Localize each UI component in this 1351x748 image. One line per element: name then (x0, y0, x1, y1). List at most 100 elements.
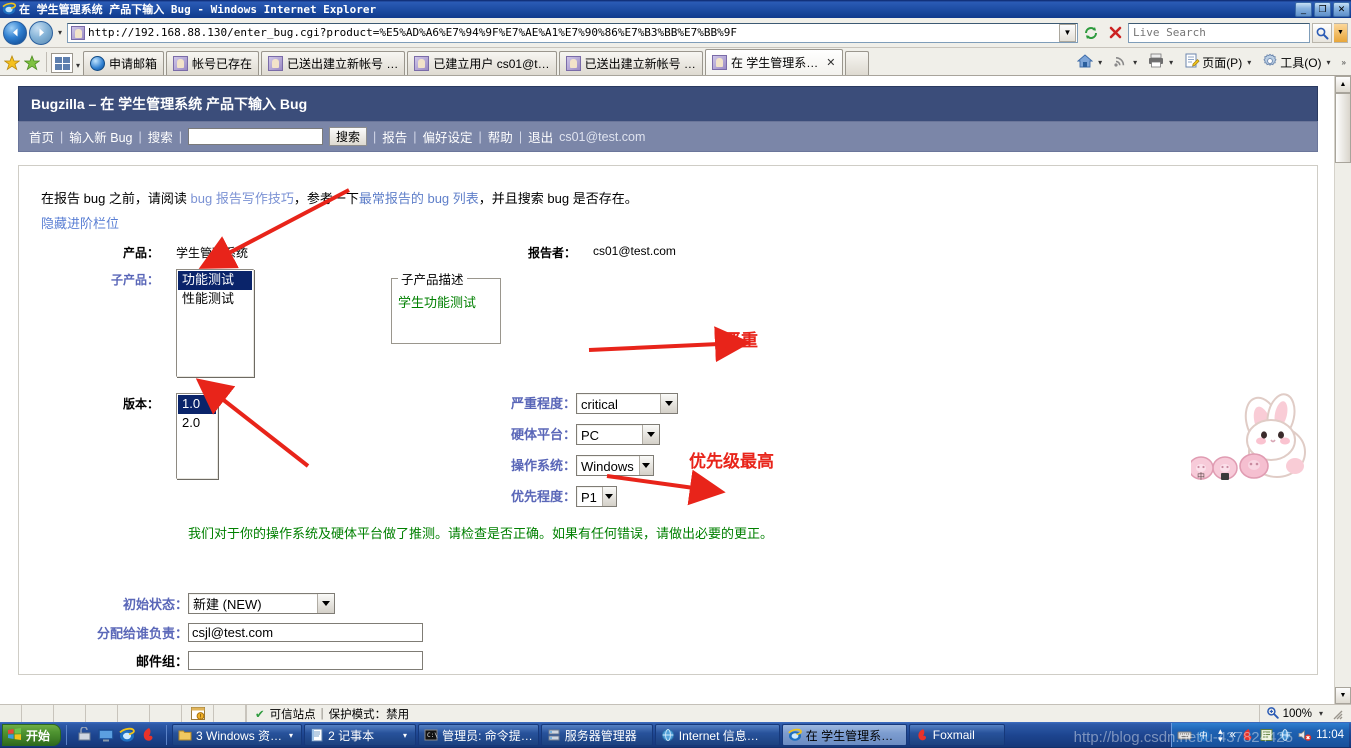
minimize-button[interactable]: _ (1295, 1, 1312, 17)
nav-preferences-link[interactable]: 偏好设定 (423, 127, 473, 146)
bug-writing-guidelines-link[interactable]: bug 报告写作技巧 (191, 191, 294, 206)
tab-list-caret-icon[interactable]: ▾ (73, 61, 83, 70)
severity-select[interactable]: critical (576, 393, 678, 415)
live-search-input[interactable] (1128, 22, 1310, 43)
taskbar-item-5-active[interactable]: 在 学生管理系… (781, 724, 907, 746)
taskbar-item-4[interactable]: Internet 信息… (654, 724, 780, 746)
quick-search-input[interactable] (188, 128, 323, 145)
nav-reports-link[interactable]: 报告 (382, 127, 407, 146)
home-button[interactable]: ▾ (1074, 51, 1108, 73)
popup-blocker-icon[interactable]: ! (182, 704, 214, 723)
nav-search-link[interactable]: 搜索 (148, 127, 173, 146)
foxmail-icon[interactable] (140, 727, 156, 743)
nav-help-link[interactable]: 帮助 (488, 127, 513, 146)
print-button[interactable]: ▾ (1145, 51, 1179, 73)
scroll-down-button[interactable]: ▼ (1335, 687, 1351, 704)
tray-clock[interactable]: 11:04 (1316, 729, 1344, 741)
clipboard-tray-icon[interactable] (1259, 728, 1274, 743)
scroll-up-button[interactable]: ▲ (1335, 76, 1351, 93)
stop-button[interactable] (1104, 22, 1126, 44)
component-option-0[interactable]: 功能测试 (178, 271, 252, 290)
tab-3[interactable]: 已建立用户 cs01@t… (407, 51, 557, 75)
component-option-1[interactable]: 性能测试 (178, 290, 252, 309)
search-icon[interactable] (1312, 22, 1332, 43)
assignee-input[interactable] (188, 622, 423, 642)
keyboard-icon[interactable] (1177, 728, 1192, 743)
new-tab-button[interactable] (844, 51, 869, 75)
priority-select[interactable]: P1 (576, 486, 617, 508)
nav-home-link[interactable]: 首页 (29, 127, 54, 146)
ime-icon[interactable]: 中 (1196, 728, 1211, 743)
chevron-down-icon[interactable]: ▾ (1316, 709, 1326, 718)
chevron-down-icon[interactable]: ▾ (286, 731, 296, 740)
tab-4[interactable]: 已送出建立新帐号 … (558, 51, 703, 75)
page-menu-button[interactable]: 页面(P) ▾ (1181, 51, 1257, 73)
version-option-0[interactable]: 1.0 (178, 395, 216, 414)
tab-5-active[interactable]: 在 学生管理系… ✕ (704, 49, 843, 75)
hide-advanced-fields-link[interactable]: 隐藏进阶栏位 (41, 216, 119, 231)
refresh-button[interactable] (1080, 22, 1102, 44)
toolbar-overflow-icon[interactable]: » (1339, 58, 1349, 67)
chevron-down-icon[interactable] (317, 593, 334, 613)
ie-icon[interactable] (119, 727, 135, 743)
nav-logout-link[interactable]: 退出 (528, 127, 553, 146)
address-bar[interactable]: http://192.168.88.130/enter_bug.cgi?prod… (67, 22, 1078, 43)
close-icon[interactable]: ✕ (826, 56, 835, 69)
forward-button[interactable] (29, 20, 53, 45)
chevron-down-icon[interactable] (601, 487, 616, 507)
close-button[interactable]: ✕ (1333, 1, 1350, 17)
tab-1[interactable]: 帐号已存在 (166, 51, 260, 75)
taskbar-item-2[interactable]: C:\ 管理员: 命令提… (418, 724, 539, 746)
tab-2[interactable]: 已送出建立新帐号 … (261, 51, 406, 75)
resize-grip-icon[interactable] (1330, 707, 1344, 721)
chevron-down-icon[interactable]: ▾ (1095, 58, 1105, 67)
feeds-button[interactable]: ▾ (1110, 51, 1143, 73)
nav-new-bug-link[interactable]: 输入新 Bug (69, 127, 132, 146)
address-dropdown-icon[interactable]: ▼ (1059, 23, 1076, 42)
initial-status-select[interactable]: 新建 (NEW) (188, 592, 335, 614)
show-desktop-icon[interactable] (77, 726, 93, 743)
chevron-down-icon[interactable]: ▾ (1244, 58, 1254, 67)
network-tray-icon[interactable] (1278, 728, 1293, 743)
security-zone-indicator[interactable]: ✔ 可信站点 | 保护模式：禁用 (246, 704, 417, 723)
chevron-down-icon[interactable] (642, 425, 659, 445)
live-search-field[interactable] (1129, 26, 1309, 39)
cc-input[interactable] (188, 650, 423, 670)
desktop-icon[interactable] (98, 727, 114, 743)
version-option-1[interactable]: 2.0 (178, 414, 216, 433)
version-listbox[interactable]: 1.0 2.0 (176, 393, 218, 480)
foxmail-tray-icon[interactable] (1240, 728, 1255, 743)
add-favorite-icon[interactable] (22, 51, 42, 75)
zoom-control[interactable]: 100% ▾ (1258, 704, 1351, 723)
platform-select[interactable]: PC (576, 424, 660, 446)
start-button[interactable]: 开始 (2, 724, 62, 746)
chevron-down-icon[interactable]: ▾ (1130, 58, 1140, 67)
tools-menu-button[interactable]: 工具(O) ▾ (1259, 51, 1336, 73)
vertical-scrollbar[interactable]: ▲ ▼ (1334, 76, 1351, 704)
favorites-star-icon[interactable] (2, 51, 22, 75)
taskbar-item-1[interactable]: 2 记事本 ▾ (304, 724, 417, 746)
scrollbar-track[interactable] (1335, 163, 1351, 687)
tray-overflow-button[interactable]: « (1230, 729, 1236, 741)
taskbar-item-0[interactable]: 3 Windows 资… ▾ (172, 724, 303, 746)
chevron-down-icon[interactable] (638, 456, 653, 476)
component-listbox[interactable]: 功能测试 性能测试 (176, 269, 254, 378)
restore-button[interactable]: ❐ (1314, 1, 1331, 17)
chevron-down-icon[interactable]: ▾ (1166, 58, 1176, 67)
taskbar-item-3[interactable]: 服务器管理器 (540, 724, 653, 746)
quick-search-button[interactable]: 搜索 (329, 127, 368, 146)
chevron-down-icon[interactable] (660, 394, 677, 414)
tab-0[interactable]: 申请邮箱 (83, 51, 165, 75)
quick-tabs-button[interactable] (51, 53, 73, 73)
recent-pages-caret-icon[interactable]: ▾ (55, 28, 65, 37)
taskbar-item-6[interactable]: Foxmail (908, 724, 1005, 746)
back-button[interactable] (3, 20, 27, 45)
os-select[interactable]: Windows (576, 455, 654, 477)
volume-muted-icon[interactable] (1297, 728, 1312, 743)
search-provider-caret-icon[interactable]: ▼ (1334, 22, 1348, 43)
scrollbar-thumb[interactable] (1335, 93, 1351, 163)
most-frequent-bugs-link[interactable]: 最常报告的 bug 列表 (359, 191, 479, 206)
chevron-down-icon[interactable]: ▾ (1324, 58, 1334, 67)
chevron-down-icon[interactable]: ▾ (400, 731, 410, 740)
ime-caret-icon[interactable]: ▴ ▾ (1215, 727, 1226, 744)
